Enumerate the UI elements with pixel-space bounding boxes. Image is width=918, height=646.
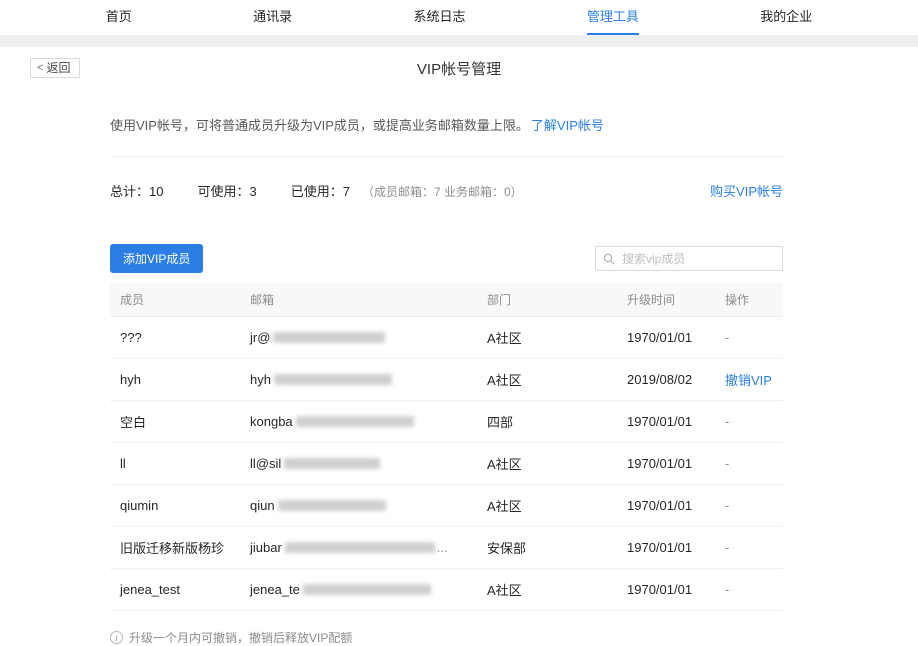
member-cell: jenea_test: [110, 569, 240, 611]
member-cell: ll: [110, 443, 240, 485]
upgrade-time-cell: 1970/01/01: [617, 317, 715, 359]
search-icon: [603, 253, 615, 265]
page-header: < 返回 VIP帐号管理: [0, 47, 918, 91]
redacted-email: [284, 458, 380, 469]
upgrade-time-cell: 1970/01/01: [617, 485, 715, 527]
stat-used: 已使用：7: [291, 181, 350, 200]
action-cell: 撤销VIP: [715, 359, 783, 401]
email-cell: jiubar...: [240, 527, 477, 569]
member-cell: 旧版迁移新版杨珍: [110, 527, 240, 569]
section-divider: [110, 156, 783, 157]
action-cell: -: [715, 401, 783, 443]
redacted-email: [285, 542, 435, 553]
search-box[interactable]: [595, 246, 783, 271]
action-cell: -: [715, 485, 783, 527]
action-cell: -: [715, 527, 783, 569]
department-cell: A社区: [477, 443, 617, 485]
column-header-email: 邮箱: [240, 283, 477, 317]
email-cell: kongba: [240, 401, 477, 443]
chevron-left-icon: <: [37, 63, 43, 74]
redacted-email: [274, 374, 392, 385]
top-navigation: 首页 通讯录 系统日志 管理工具 我的企业: [0, 0, 918, 35]
table-row: hyh hyh A社区 2019/08/02 撤销VIP: [110, 359, 783, 401]
action-cell: -: [715, 569, 783, 611]
email-cell: qiun: [240, 485, 477, 527]
stat-available: 可使用：3: [197, 181, 256, 200]
member-cell: 空白: [110, 401, 240, 443]
intro-text: 使用VIP帐号，可将普通成员升级为VIP成员，或提高业务邮箱数量上限。: [110, 118, 529, 133]
quota-stats-row: 总计：10 可使用：3 已使用：7 （成员邮箱：7 业务邮箱：0） 购买VIP帐…: [110, 181, 783, 200]
column-header-member: 成员: [110, 283, 240, 317]
nav-tab-management-tools[interactable]: 管理工具: [587, 6, 639, 35]
info-icon: i: [110, 631, 123, 644]
redacted-email: [303, 584, 431, 595]
email-cell: ll@sil: [240, 443, 477, 485]
table-row: ??? jr@ A社区 1970/01/01 -: [110, 317, 783, 359]
vip-members-table: 成员 邮箱 部门 升级时间 操作 ??? jr@ A社区 1970/01/01 …: [110, 283, 783, 611]
buy-vip-link[interactable]: 购买VIP帐号: [710, 181, 783, 200]
stat-total: 总计：10: [110, 181, 163, 200]
back-button[interactable]: < 返回: [30, 58, 80, 78]
department-cell: A社区: [477, 569, 617, 611]
search-input[interactable]: [620, 251, 775, 267]
upgrade-time-cell: 1970/01/01: [617, 527, 715, 569]
member-cell: hyh: [110, 359, 240, 401]
column-header-action: 操作: [715, 283, 783, 317]
member-cell: qiumin: [110, 485, 240, 527]
upgrade-time-cell: 2019/08/02: [617, 359, 715, 401]
email-cell: jenea_te: [240, 569, 477, 611]
redacted-email: [296, 416, 414, 427]
department-cell: 安保部: [477, 527, 617, 569]
email-cell: jr@: [240, 317, 477, 359]
member-cell: ???: [110, 317, 240, 359]
email-cell: hyh: [240, 359, 477, 401]
add-vip-member-button[interactable]: 添加VIP成员: [110, 244, 203, 273]
department-cell: A社区: [477, 359, 617, 401]
redacted-email: [278, 500, 386, 511]
learn-vip-link[interactable]: 了解VIP帐号: [531, 118, 604, 133]
footer-note: i 升级一个月内可撤销，撤销后释放VIP配额: [110, 629, 783, 646]
table-row: qiumin qiun A社区 1970/01/01 -: [110, 485, 783, 527]
page-title: VIP帐号管理: [0, 47, 918, 93]
table-toolbar: 添加VIP成员: [110, 244, 783, 273]
nav-tab-contacts[interactable]: 通讯录: [253, 6, 292, 35]
revoke-vip-link[interactable]: 撤销VIP: [725, 373, 772, 388]
table-row: 空白 kongba 四部 1970/01/01 -: [110, 401, 783, 443]
action-cell: -: [715, 317, 783, 359]
nav-tab-system-logs[interactable]: 系统日志: [413, 6, 465, 35]
action-cell: -: [715, 443, 783, 485]
intro-text-row: 使用VIP帐号，可将普通成员升级为VIP成员，或提高业务邮箱数量上限。了解VIP…: [110, 115, 783, 134]
table-row: ll ll@sil A社区 1970/01/01 -: [110, 443, 783, 485]
upgrade-time-cell: 1970/01/01: [617, 569, 715, 611]
nav-tab-my-enterprise[interactable]: 我的企业: [760, 6, 812, 35]
table-header-row: 成员 邮箱 部门 升级时间 操作: [110, 283, 783, 317]
column-header-department: 部门: [477, 283, 617, 317]
department-cell: 四部: [477, 401, 617, 443]
nav-tab-home[interactable]: 首页: [106, 6, 132, 35]
redacted-email: [273, 332, 385, 343]
column-header-upgrade-time: 升级时间: [617, 283, 715, 317]
table-row: 旧版迁移新版杨珍 jiubar... 安保部 1970/01/01 -: [110, 527, 783, 569]
upgrade-time-cell: 1970/01/01: [617, 443, 715, 485]
footer-note-text: 升级一个月内可撤销，撤销后释放VIP配额: [129, 629, 352, 646]
table-row: jenea_test jenea_te A社区 1970/01/01 -: [110, 569, 783, 611]
department-cell: A社区: [477, 317, 617, 359]
department-cell: A社区: [477, 485, 617, 527]
back-button-label: 返回: [46, 62, 70, 74]
stat-used-detail: （成员邮箱：7 业务邮箱：0）: [362, 183, 523, 200]
main-content: 使用VIP帐号，可将普通成员升级为VIP成员，或提高业务邮箱数量上限。了解VIP…: [110, 115, 783, 646]
upgrade-time-cell: 1970/01/01: [617, 401, 715, 443]
header-divider-band: [0, 35, 918, 47]
